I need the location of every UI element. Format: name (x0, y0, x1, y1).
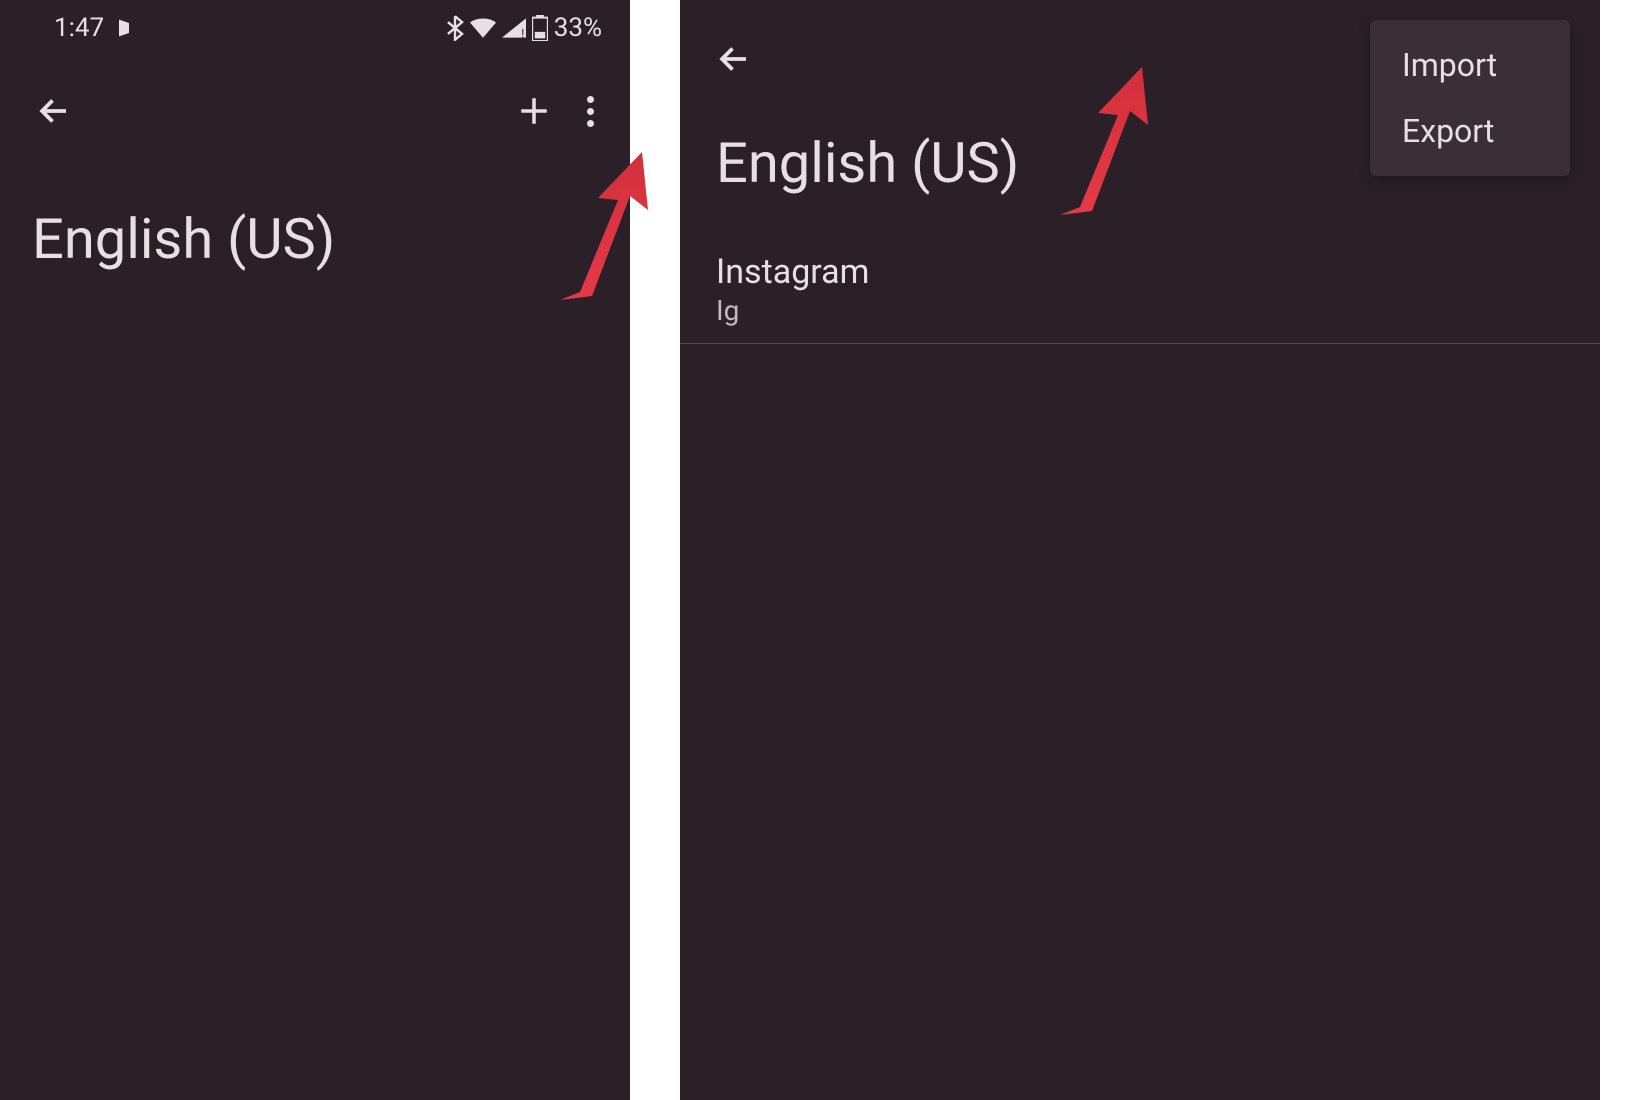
entry-shortcut: Ig (716, 294, 1564, 327)
overflow-menu: Import Export (1370, 20, 1570, 176)
app-bar-actions (509, 86, 602, 136)
status-left: 1:47 (54, 13, 134, 43)
app-bar-left (0, 56, 630, 166)
notification-icon (114, 18, 134, 38)
left-screenshot: 1:47 ! 33% (0, 0, 680, 1100)
add-icon[interactable] (509, 86, 559, 136)
right-screenshot: Import Export English (US) Instagram Ig (680, 0, 1600, 1100)
signal-icon: ! (502, 18, 526, 38)
back-arrow-icon[interactable] (708, 33, 760, 85)
battery-percent: 33% (554, 13, 602, 43)
wifi-icon (470, 18, 496, 38)
menu-item-import[interactable]: Import (1370, 32, 1570, 98)
battery-icon (532, 15, 548, 41)
bluetooth-icon (446, 15, 464, 41)
more-vert-icon[interactable] (579, 88, 602, 135)
dictionary-entry[interactable]: Instagram Ig (680, 236, 1600, 344)
status-right: ! 33% (446, 13, 602, 43)
back-arrow-icon[interactable] (28, 85, 80, 137)
status-bar: 1:47 ! 33% (0, 0, 630, 56)
entry-word: Instagram (716, 252, 1564, 292)
status-time: 1:47 (54, 13, 104, 43)
svg-text:!: ! (521, 27, 524, 38)
page-title-left: English (US) (0, 166, 630, 312)
menu-item-export[interactable]: Export (1370, 98, 1570, 164)
